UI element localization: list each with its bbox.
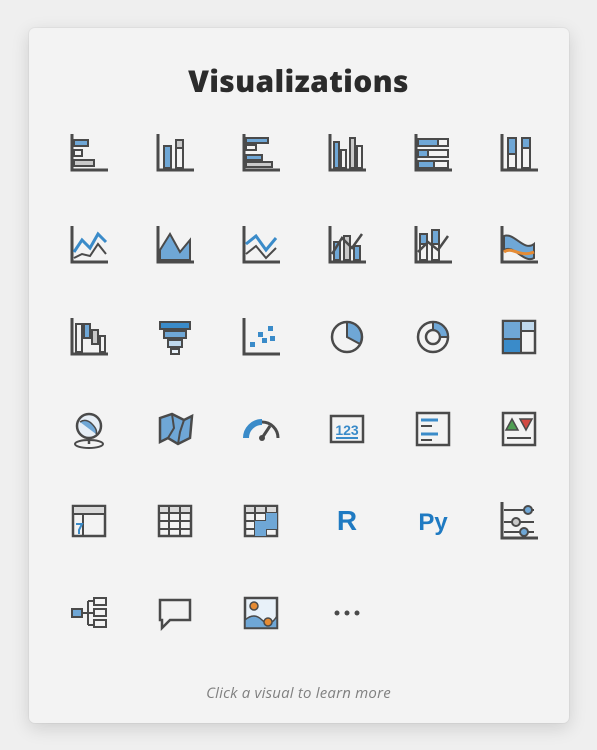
decomposition-tree-icon[interactable] [67, 591, 111, 635]
panel-title: Visualizations [59, 60, 539, 101]
visualizations-grid: 123 R Py [59, 131, 539, 635]
panel-hint: Click a visual to learn more [59, 653, 539, 703]
treemap-icon[interactable] [497, 315, 541, 359]
stacked-bar-chart-icon[interactable] [67, 131, 111, 175]
clustered-column-chart-icon[interactable] [325, 131, 369, 175]
filled-map-icon[interactable] [153, 407, 197, 451]
line-stacked-column-combo-icon[interactable] [411, 223, 455, 267]
arcgis-map-icon[interactable] [239, 591, 283, 635]
stacked-area-chart-icon[interactable] [239, 223, 283, 267]
matrix-icon[interactable] [239, 499, 283, 543]
map-icon[interactable] [67, 407, 111, 451]
qa-icon[interactable] [153, 591, 197, 635]
area-chart-icon[interactable] [153, 223, 197, 267]
waterfall-chart-icon[interactable] [67, 315, 111, 359]
kpi-icon[interactable] [497, 407, 541, 451]
clustered-bar-chart-icon[interactable] [239, 131, 283, 175]
svg-text:R: R [336, 505, 356, 536]
gauge-icon[interactable] [239, 407, 283, 451]
hundred-percent-stacked-bar-chart-icon[interactable] [411, 131, 455, 175]
stacked-column-chart-icon[interactable] [153, 131, 197, 175]
table-icon[interactable] [153, 499, 197, 543]
python-visual-icon[interactable]: Py [411, 499, 455, 543]
visualizations-panel: Visualizations [29, 28, 569, 723]
scatter-chart-icon[interactable] [239, 315, 283, 359]
r-script-visual-icon[interactable]: R [325, 499, 369, 543]
funnel-chart-icon[interactable] [153, 315, 197, 359]
hundred-percent-stacked-column-chart-icon[interactable] [497, 131, 541, 175]
pie-chart-icon[interactable] [325, 315, 369, 359]
slicer-icon[interactable] [67, 499, 111, 543]
svg-text:Py: Py [418, 509, 448, 536]
donut-chart-icon[interactable] [411, 315, 455, 359]
svg-text:123: 123 [335, 422, 359, 438]
more-visuals-icon[interactable] [325, 591, 369, 635]
card-icon[interactable]: 123 [325, 407, 369, 451]
line-chart-icon[interactable] [67, 223, 111, 267]
ribbon-chart-icon[interactable] [497, 223, 541, 267]
key-influencers-icon[interactable] [497, 499, 541, 543]
line-clustered-column-combo-icon[interactable] [325, 223, 369, 267]
multi-row-card-icon[interactable] [411, 407, 455, 451]
